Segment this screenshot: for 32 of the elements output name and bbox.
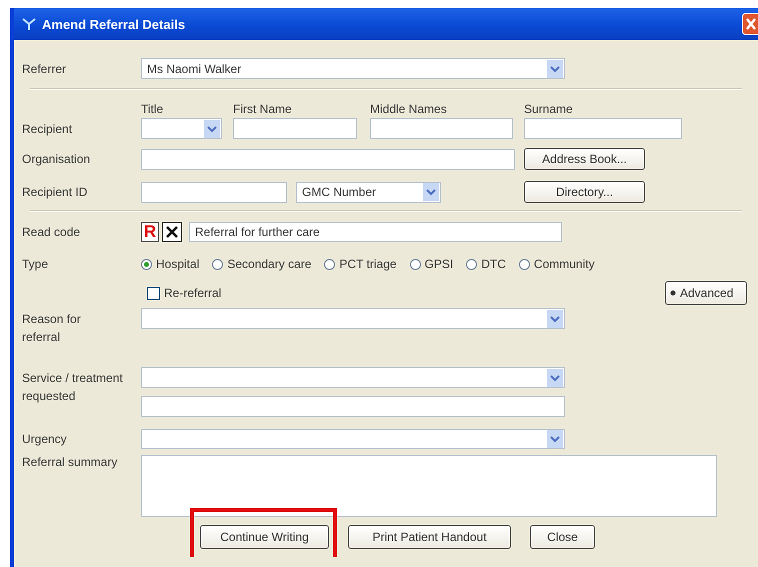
read-code-field[interactable]: Referral for further care (189, 222, 562, 242)
field-label: Service / treatment requested (22, 370, 124, 405)
field-label: Reason for referral (22, 311, 82, 346)
column-label: First Name (233, 102, 293, 116)
field-label: Recipient ID (22, 185, 88, 199)
type-radio[interactable]: Hospital (141, 257, 200, 271)
type-radio[interactable]: DTC (466, 257, 506, 271)
advanced-button[interactable]: Advanced (665, 281, 747, 305)
type-radio[interactable]: GPSI (410, 257, 454, 271)
column-label: Surname (524, 102, 573, 116)
read-code-badge[interactable]: R (141, 222, 159, 242)
address-book-button[interactable]: Address Book... (524, 148, 645, 170)
dialog-button[interactable]: Continue Writing (200, 525, 329, 549)
type-radio[interactable]: Secondary care (212, 257, 312, 271)
field-label: Organisation (22, 152, 92, 166)
field-label: Referral summary (22, 455, 118, 469)
type-radio[interactable]: PCT triage (324, 257, 397, 271)
column-label: Middle Names (370, 102, 448, 116)
field-label: Recipient (22, 122, 74, 136)
dialog-button[interactable]: Close (530, 525, 595, 549)
window-title: Amend Referral Details (42, 16, 186, 32)
re-referral-checkbox[interactable]: Re-referral (147, 286, 222, 300)
field-label: Referrer (22, 62, 68, 76)
field-label: Urgency (22, 432, 68, 446)
directory-button[interactable]: Directory... (524, 181, 645, 203)
field-label: Read code (22, 225, 82, 239)
column-label: Title (141, 102, 164, 116)
referrer-dropdown[interactable]: Ms Naomi Walker (141, 58, 565, 79)
dialog-button[interactable]: Print Patient Handout (348, 525, 511, 549)
id-type-dropdown[interactable]: GMC Number (296, 182, 441, 202)
type-radio[interactable]: Community (518, 257, 595, 271)
field-label: Type (22, 257, 50, 271)
